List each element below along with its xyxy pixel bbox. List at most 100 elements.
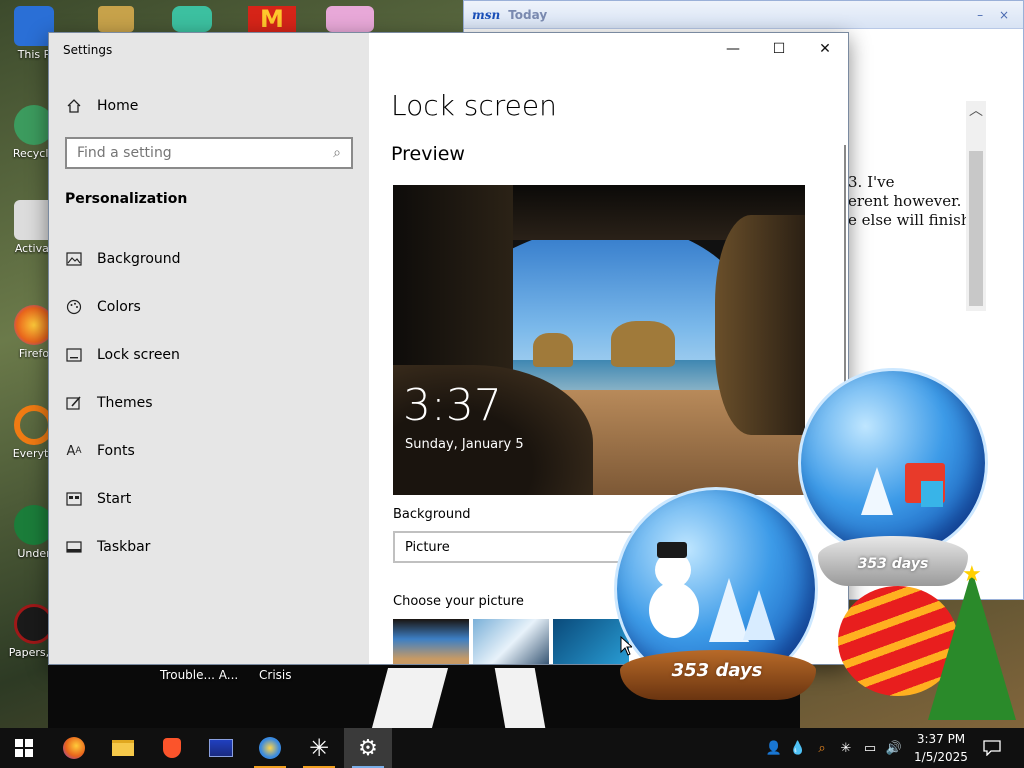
taskbar-settings[interactable]: ⚙	[344, 728, 392, 768]
picture-icon	[65, 250, 83, 268]
sidebar-item-label: Themes	[97, 395, 153, 411]
window-title: Settings	[63, 43, 113, 57]
nav-home[interactable]: Home	[65, 97, 138, 115]
taskbar: ✳ ⚙ 👤 💧 ⌕ ✳ ▭ 🔊 3:37 PM 1/5/2025	[0, 728, 1024, 768]
settings-sidebar: Settings Home ⌕ Personalization Backgrou…	[49, 33, 369, 664]
picture-thumbnail[interactable]	[553, 619, 629, 664]
palette-icon	[65, 298, 83, 316]
notification-center-button[interactable]	[970, 728, 1014, 768]
sidebar-item-label: Start	[97, 491, 132, 507]
start-button[interactable]	[0, 728, 48, 768]
msn-article-text: 3. I've erent however. e else will finis…	[848, 173, 968, 230]
search-box[interactable]: ⌕	[65, 137, 353, 169]
sidebar-item-taskbar[interactable]: Taskbar	[49, 523, 369, 571]
taskbar-brave[interactable]	[148, 728, 196, 768]
desktop-icon-top-4[interactable]	[326, 6, 374, 32]
firefox-icon	[63, 737, 85, 759]
snowman-hat	[657, 542, 687, 558]
network-icon[interactable]: ▭	[858, 741, 882, 756]
picture-thumbnail[interactable]	[393, 619, 469, 664]
picture-thumbnail[interactable]	[473, 619, 549, 664]
brush-icon	[65, 394, 83, 412]
taskbar-asterisk-app[interactable]: ✳	[295, 728, 343, 768]
preview-date: Sunday, January 5	[405, 437, 524, 452]
volume-icon[interactable]: 🔊	[882, 741, 906, 756]
window-app-icon	[209, 739, 233, 757]
clock-date: 1/5/2025	[914, 750, 968, 764]
msn-window-controls[interactable]: – ×	[977, 8, 1015, 22]
app-icon	[259, 737, 281, 759]
chevron-up-icon[interactable]: ︿	[966, 101, 986, 121]
asterisk-icon[interactable]: ✳	[834, 741, 858, 756]
drop-icon[interactable]: 💧	[786, 741, 810, 756]
taskbar-file-explorer[interactable]	[99, 728, 147, 768]
lock-screen-icon	[65, 346, 83, 364]
preview-heading: Preview	[391, 143, 465, 165]
taskbar-app[interactable]	[197, 728, 245, 768]
search-icon[interactable]: ⌕	[333, 145, 341, 161]
msn-text-line: e else will finish	[848, 211, 968, 229]
search-icon[interactable]: ⌕	[810, 741, 834, 756]
christmas-tree-icon	[928, 570, 1016, 720]
preview-time: 3:37	[403, 380, 502, 431]
desktop-icon-top-2[interactable]	[172, 6, 212, 32]
globe-days-counter-large: 353 days	[671, 660, 763, 681]
sidebar-item-label: Background	[97, 251, 181, 267]
sidebar-item-label: Lock screen	[97, 347, 180, 363]
background-label: Background	[393, 507, 471, 522]
home-icon	[65, 97, 83, 115]
taskbar-clock[interactable]: 3:37 PM 1/5/2025	[906, 730, 976, 766]
nav-home-label: Home	[97, 98, 139, 114]
start-icon	[65, 490, 83, 508]
snow-globe-small[interactable]	[798, 368, 988, 558]
msn-title: Today	[508, 7, 548, 22]
sidebar-item-lock-screen[interactable]: Lock screen	[49, 331, 369, 379]
brave-icon	[163, 738, 181, 758]
sidebar-item-start[interactable]: Start	[49, 475, 369, 523]
msn-logo: msn	[472, 7, 501, 22]
gear-icon: ⚙	[358, 735, 378, 761]
tree-icon	[743, 590, 775, 640]
gift-icon	[921, 481, 943, 507]
clock-time: 3:37 PM	[916, 732, 966, 746]
msn-text-line: erent however.	[848, 192, 962, 210]
desktop-icon-top-1[interactable]	[98, 6, 134, 32]
font-icon: AA	[66, 443, 82, 459]
taskbar-firefox[interactable]	[50, 728, 98, 768]
picture-thumbnails	[393, 619, 629, 664]
system-tray: 👤 💧 ⌕ ✳ ▭ 🔊	[762, 728, 906, 768]
background-dropdown-value: Picture	[405, 539, 450, 555]
desktop-icon-label[interactable]: Trouble... A...	[160, 668, 238, 682]
sidebar-item-colors[interactable]: Colors	[49, 283, 369, 331]
folder-icon	[112, 740, 134, 756]
people-icon[interactable]: 👤	[762, 741, 786, 756]
nav-list: Background Colors Lock screen Themes A A…	[49, 235, 369, 571]
minimize-button[interactable]: —	[710, 33, 756, 65]
asterisk-icon: ✳	[308, 734, 330, 762]
window-controls: — ☐ ✕	[710, 33, 848, 65]
msn-title-bar: msn Today – ×	[464, 1, 1023, 29]
sidebar-item-fonts[interactable]: AA Fonts	[49, 427, 369, 475]
preview-cave-right	[715, 215, 805, 435]
snowman-body	[649, 582, 699, 638]
star-icon: ★	[962, 562, 982, 587]
tree-icon	[861, 467, 893, 515]
desktop-icon-label[interactable]: Crisis	[259, 668, 291, 682]
sidebar-item-label: Taskbar	[97, 539, 151, 555]
msn-text-line: 3. I've	[848, 173, 895, 191]
msn-scrollbar[interactable]: ︿	[966, 101, 986, 311]
sidebar-item-themes[interactable]: Themes	[49, 379, 369, 427]
taskbar-app-2[interactable]	[246, 728, 294, 768]
search-input[interactable]	[77, 145, 334, 161]
close-button[interactable]: ✕	[802, 33, 848, 65]
lock-screen-preview: 3:37 Sunday, January 5	[393, 185, 805, 495]
windows-logo-icon	[15, 739, 33, 757]
chat-bubble-icon	[983, 740, 1001, 756]
maximize-button[interactable]: ☐	[756, 33, 802, 65]
choose-picture-label: Choose your picture	[393, 594, 524, 609]
preview-rock	[611, 321, 675, 367]
msn-scroll-thumb[interactable]	[969, 151, 983, 306]
mcdonalds-icon[interactable]: M	[248, 6, 296, 32]
sidebar-item-background[interactable]: Background	[49, 235, 369, 283]
sidebar-item-label: Fonts	[97, 443, 135, 459]
